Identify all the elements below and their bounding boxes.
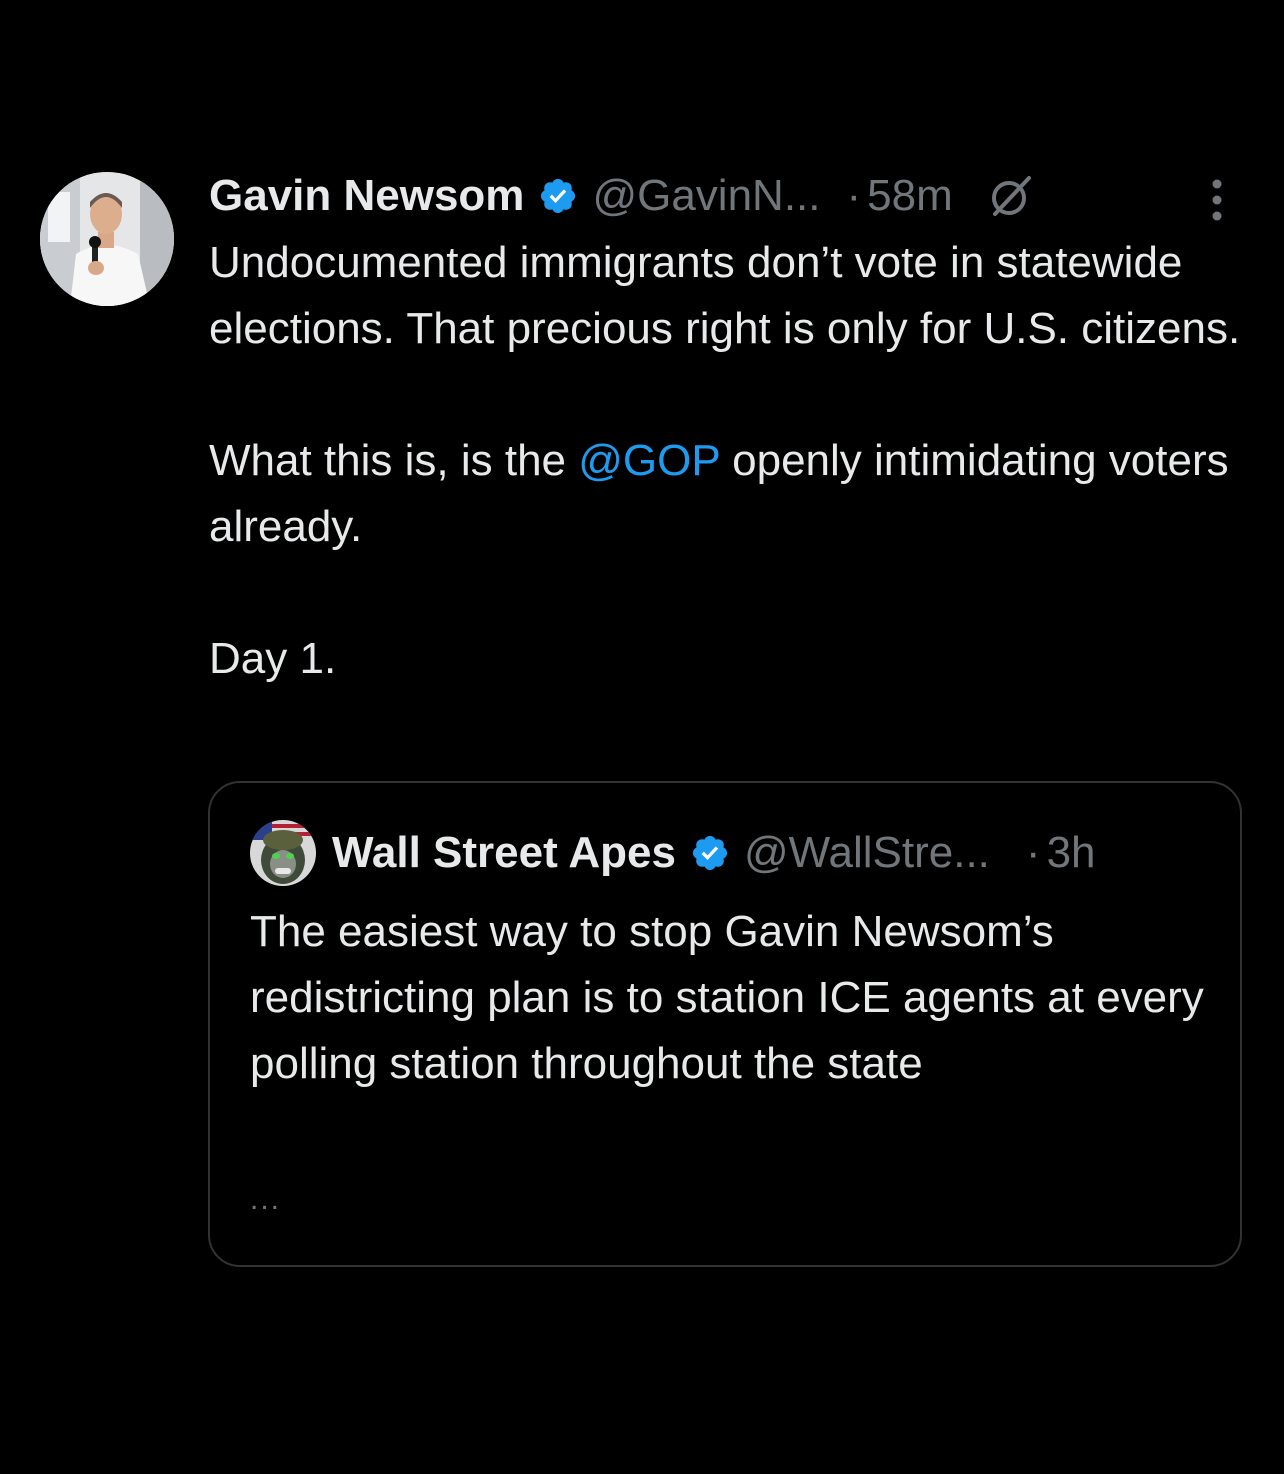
author-handle[interactable]: @GavinN... bbox=[592, 171, 820, 221]
tweet-time[interactable]: 58m bbox=[867, 171, 953, 221]
quoted-tweet-truncation: ... bbox=[250, 1183, 282, 1216]
more-options-icon[interactable] bbox=[1200, 176, 1234, 224]
tweet-paragraph-2-start: What this is, is the bbox=[209, 436, 579, 485]
tweet-paragraph-1: Undocumented immigrants don’t vote in st… bbox=[209, 238, 1241, 353]
mention-link[interactable]: @GOP bbox=[578, 436, 720, 485]
quoted-tweet-time[interactable]: 3h bbox=[1047, 828, 1096, 878]
grok-icon[interactable] bbox=[987, 172, 1035, 220]
tweet-paragraph-3: Day 1. bbox=[209, 634, 337, 683]
tweet-header: Gavin Newsom @GavinN... · 58m bbox=[209, 168, 1035, 224]
verified-badge-icon bbox=[690, 833, 730, 873]
quoted-tweet-card[interactable]: Wall Street Apes @WallStre... · 3h The e… bbox=[208, 781, 1242, 1267]
author-name[interactable]: Gavin Newsom bbox=[209, 171, 524, 221]
separator-dot: · bbox=[1025, 828, 1041, 877]
separator-dot: · bbox=[846, 171, 862, 220]
tweet-paragraph-2: What this is, is the @GOP openly intimid… bbox=[209, 428, 1269, 560]
quoted-tweet-header: Wall Street Apes @WallStre... · 3h bbox=[250, 820, 1096, 886]
tweet-body: Undocumented immigrants don’t vote in st… bbox=[209, 230, 1269, 692]
quoted-tweet-body: The easiest way to stop Gavin Newsom’s r… bbox=[250, 907, 1204, 1088]
author-avatar[interactable] bbox=[40, 172, 174, 306]
verified-badge-icon bbox=[538, 176, 578, 216]
quoted-author-avatar[interactable] bbox=[250, 820, 316, 886]
quoted-author-handle[interactable]: @WallStre... bbox=[744, 828, 990, 878]
quoted-author-name[interactable]: Wall Street Apes bbox=[332, 828, 676, 878]
